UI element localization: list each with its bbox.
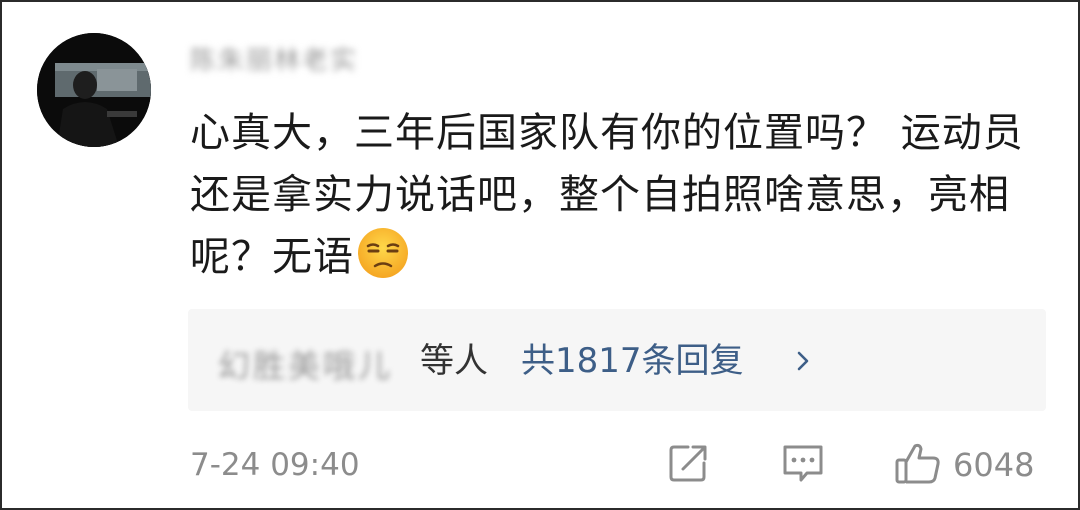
like-button[interactable]: 6048	[893, 442, 1034, 488]
avatar[interactable]	[37, 33, 151, 147]
reply-count-link[interactable]: 共1817条回复	[521, 341, 744, 381]
comment-body: 心真大，三年后国家队有你的位置吗？ 运动员还是拿实力说话吧，整个自拍照啥意思，亮…	[190, 102, 1040, 288]
replies-preview[interactable]: 幻胜美哦儿 等人 共1817条回复	[188, 309, 1046, 411]
chevron-right-icon[interactable]	[792, 350, 814, 372]
like-count: 6048	[953, 446, 1035, 484]
comment-text: 心真大，三年后国家队有你的位置吗？ 运动员还是拿实力说话吧，整个自拍照啥意思，亮…	[190, 110, 1024, 280]
unamused-face-emoji	[356, 226, 410, 280]
share-icon	[666, 441, 710, 489]
username[interactable]: 陈朱丽林老实	[190, 40, 430, 76]
thumbs-up-icon	[893, 440, 943, 490]
timestamp: 7-24 09:40	[190, 447, 360, 483]
reply-user-names: 幻胜美哦儿	[218, 347, 394, 385]
share-button[interactable]	[666, 442, 710, 488]
comment-button[interactable]	[780, 442, 826, 488]
comment-icon	[780, 441, 826, 489]
username-text: 陈朱丽林老实	[190, 45, 359, 76]
reply-suffix: 等人	[420, 341, 488, 381]
